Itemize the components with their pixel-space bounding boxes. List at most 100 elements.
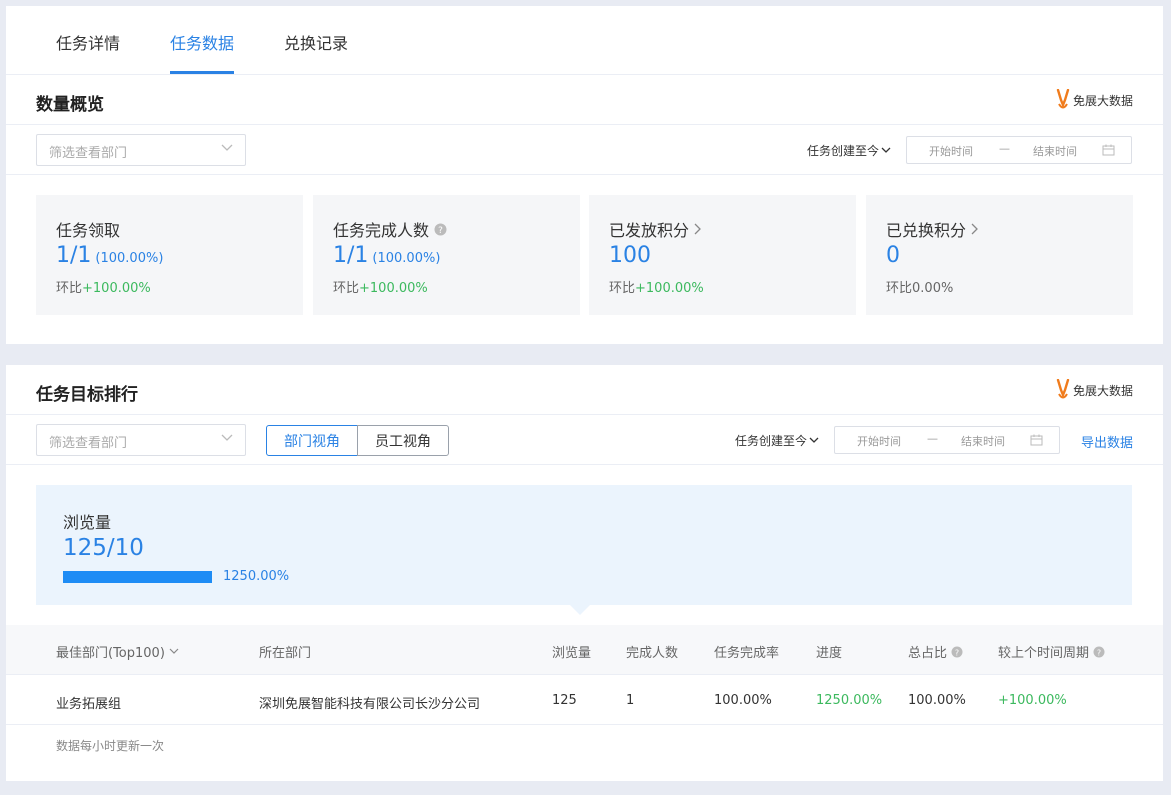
brand-logo: 免展大数据: [1055, 89, 1133, 111]
active-tab-indicator: [170, 71, 234, 74]
column-label: 较上个时间周期: [998, 646, 1090, 661]
chevron-right-icon[interactable]: [694, 223, 702, 235]
end-date-input[interactable]: 结束时间: [1033, 143, 1077, 159]
column-views: 浏览量: [552, 646, 592, 661]
stat-label: 任务完成人数 ?: [333, 217, 447, 241]
help-icon[interactable]: ?: [951, 646, 963, 658]
tab-task-data[interactable]: 任务数据: [170, 30, 234, 54]
rabbit-logo-icon: [1056, 379, 1070, 399]
chevron-down-icon: [169, 648, 179, 654]
date-range-picker[interactable]: 开始时间 — 结束时间: [906, 136, 1132, 164]
column-label: 总占比: [908, 646, 948, 661]
column-dept: 所在部门: [259, 646, 312, 661]
ranking-header: 任务目标排行 免展大数据: [6, 365, 1163, 415]
update-footnote: 数据每小时更新一次: [56, 739, 165, 753]
svg-text:?: ?: [438, 226, 443, 236]
metric-caret: [570, 605, 590, 615]
chevron-right-icon[interactable]: [971, 223, 979, 235]
stat-card-task-received: 任务领取 1/1 (100.00%) 环比+100.00%: [36, 195, 303, 315]
chevron-down-icon: [809, 437, 819, 443]
column-progress: 进度: [816, 646, 843, 661]
start-date-input[interactable]: 开始时间: [857, 433, 901, 449]
stat-value: 0: [886, 243, 900, 268]
stat-card-task-completed: 任务完成人数 ? 1/1 (100.00%) 环比+100.00%: [313, 195, 580, 315]
department-view-button[interactable]: 部门视角: [266, 425, 358, 456]
stat-value-text: 1/1: [333, 243, 369, 268]
help-icon[interactable]: ?: [1093, 646, 1105, 658]
help-icon[interactable]: ?: [434, 223, 447, 236]
stat-compare: 环比+100.00%: [609, 277, 704, 296]
stat-label: 已发放积分: [609, 217, 702, 241]
calendar-icon: [1030, 434, 1043, 446]
department-filter-select[interactable]: 筛选查看部门: [36, 424, 246, 456]
table-row: 业务拓展组 深圳免展智能科技有限公司长沙分公司 125 1 100.00% 12…: [6, 675, 1163, 725]
date-separator: —: [927, 432, 938, 445]
range-selector[interactable]: 任务创建至今: [807, 142, 891, 159]
column-rate: 任务完成率: [714, 646, 780, 661]
metric-progress-bar: [63, 571, 212, 583]
compare-value: +100.00%: [82, 281, 151, 296]
column-label: 最佳部门(Top100): [56, 646, 165, 661]
stat-label: 任务领取: [56, 217, 120, 241]
compare-prefix: 环比: [56, 281, 83, 296]
tab-bar: 任务详情 任务数据 兑换记录: [6, 6, 1163, 75]
stat-label-text: 已发放积分: [609, 221, 690, 240]
column-best-dept[interactable]: 最佳部门(Top100): [56, 642, 179, 661]
overview-header: 数量概览 免展大数据: [6, 75, 1163, 125]
department-filter-placeholder: 筛选查看部门: [49, 146, 128, 161]
stat-label-text: 任务领取: [56, 221, 121, 240]
chevron-down-icon: [221, 434, 233, 441]
stat-value: 1/1 (100.00%): [333, 243, 440, 268]
compare-value: +100.00%: [635, 281, 704, 296]
cell-completed: 1: [626, 693, 635, 708]
column-completed: 完成人数: [626, 646, 679, 661]
stat-label: 已兑换积分: [886, 217, 979, 241]
table-header: 最佳部门(Top100) 所在部门 浏览量 完成人数 任务完成率 进度 总占比 …: [6, 625, 1163, 675]
department-filter-select[interactable]: 筛选查看部门: [36, 134, 246, 166]
date-separator: —: [999, 142, 1010, 155]
column-share: 总占比 ?: [908, 642, 963, 661]
compare-value: +100.00%: [359, 281, 428, 296]
metric-summary: 浏览量 125/10 1250.00%: [36, 485, 1132, 605]
employee-view-button[interactable]: 员工视角: [357, 425, 449, 456]
stat-card-points-issued[interactable]: 已发放积分 100 环比+100.00%: [589, 195, 856, 315]
cell-views: 125: [552, 693, 577, 708]
ranking-panel: 任务目标排行 免展大数据 筛选查看部门 任务创建至今 开始时间 — 结束时间 部…: [6, 365, 1163, 781]
cell-dept: 深圳免展智能科技有限公司长沙分公司: [259, 697, 481, 712]
stat-value: 100: [609, 243, 651, 268]
stat-value-text: 0: [886, 243, 900, 268]
stat-compare: 环比0.00%: [886, 277, 953, 296]
chevron-down-icon: [221, 144, 233, 151]
compare-prefix: 环比: [333, 281, 360, 296]
stat-value-text: 1/1: [56, 243, 92, 268]
start-date-input[interactable]: 开始时间: [929, 143, 973, 159]
cell-share: 100.00%: [908, 693, 966, 708]
end-date-input[interactable]: 结束时间: [961, 433, 1005, 449]
range-label: 任务创建至今: [735, 434, 808, 448]
compare-value: 0.00%: [912, 281, 954, 296]
chevron-down-icon: [881, 147, 891, 153]
overview-panel: 任务详情 任务数据 兑换记录 数量概览 免展大数据 筛选查看部门 任务创建至今 …: [6, 6, 1163, 344]
cell-best-dept: 业务拓展组: [56, 697, 122, 712]
range-selector[interactable]: 任务创建至今: [735, 432, 819, 449]
stat-compare: 环比+100.00%: [56, 277, 151, 296]
date-range-picker[interactable]: 开始时间 — 结束时间: [834, 426, 1060, 454]
department-filter-placeholder: 筛选查看部门: [49, 436, 128, 451]
range-label: 任务创建至今: [807, 144, 880, 158]
cell-rate: 100.00%: [714, 693, 772, 708]
brand-name: 免展大数据: [1072, 383, 1133, 398]
tab-exchange-record[interactable]: 兑换记录: [284, 30, 348, 54]
stat-card-points-exchanged[interactable]: 已兑换积分 0 环比0.00%: [866, 195, 1133, 315]
tab-task-detail[interactable]: 任务详情: [56, 30, 120, 54]
compare-prefix: 环比: [886, 281, 913, 296]
calendar-icon: [1102, 144, 1115, 156]
compare-prefix: 环比: [609, 281, 636, 296]
export-data-link[interactable]: 导出数据: [1081, 432, 1133, 451]
brand-name: 免展大数据: [1072, 93, 1133, 108]
column-change: 较上个时间周期 ?: [998, 642, 1105, 661]
ranking-title: 任务目标排行: [36, 385, 138, 405]
stat-pct: (100.00%): [95, 251, 164, 266]
ranking-filter-row: 筛选查看部门 任务创建至今 开始时间 — 结束时间: [6, 415, 1163, 465]
stat-compare: 环比+100.00%: [333, 277, 428, 296]
metric-percentage: 1250.00%: [223, 569, 290, 584]
